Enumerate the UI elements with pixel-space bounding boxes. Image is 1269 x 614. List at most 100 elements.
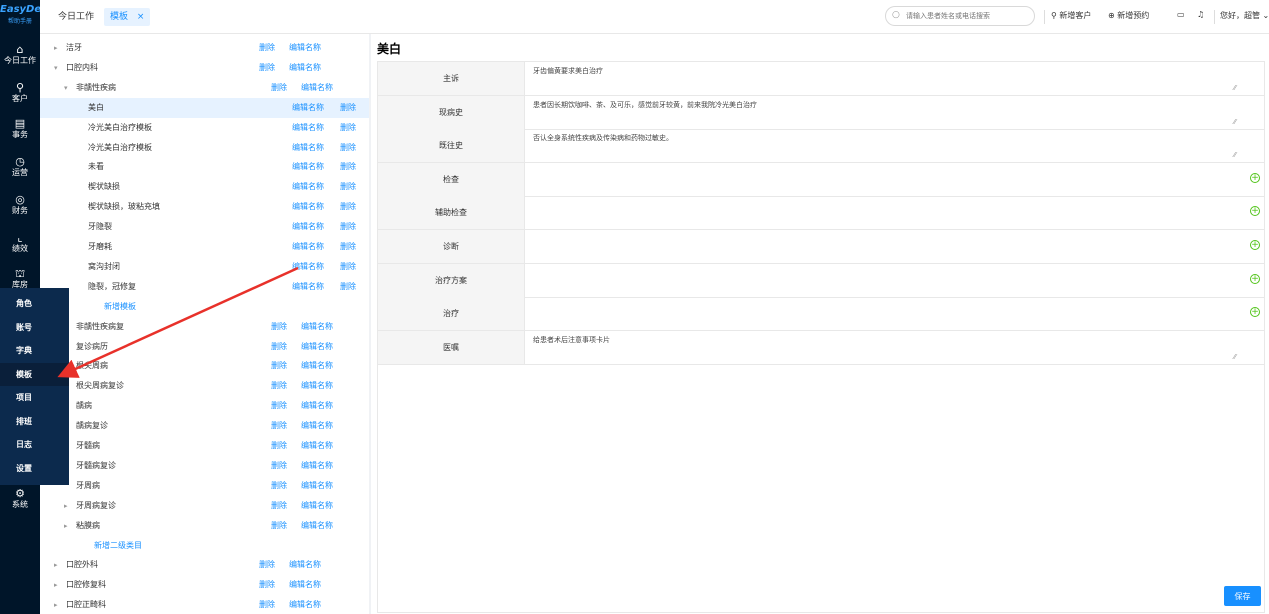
brand-logo[interactable]: EasyDent 帮助手册 [0, 0, 40, 34]
delete-link[interactable]: 删除 [340, 98, 356, 118]
new-customer-button[interactable]: ⚲ 新增客户 [1051, 10, 1091, 21]
patient-search[interactable]: ○ [885, 6, 1035, 26]
caret-down-icon[interactable]: ▾ [54, 58, 58, 78]
delete-link[interactable]: 删除 [259, 555, 275, 575]
tree-row[interactable]: 楔状缺损，玻粘充填 编辑名称 删除 [40, 197, 369, 217]
edit-name-link[interactable]: 编辑名称 [289, 595, 321, 614]
user-menu[interactable]: 您好，超管 ⌄ [1220, 10, 1269, 21]
bell-icon[interactable]: ♫ [1197, 10, 1204, 19]
delete-link[interactable]: 删除 [340, 197, 356, 217]
edit-name-link[interactable]: 编辑名称 [301, 496, 333, 516]
tree-row[interactable]: ▸ 牙周病复诊 删除 编辑名称 [40, 496, 369, 516]
field-value[interactable]: + [525, 196, 1264, 229]
tree-row[interactable]: 复诊病历 删除 编辑名称 [40, 337, 369, 357]
edit-name-link[interactable]: 编辑名称 [289, 38, 321, 58]
field-value[interactable]: + [525, 264, 1264, 297]
add-icon[interactable]: + [1250, 240, 1260, 250]
field-value[interactable]: + [525, 297, 1264, 330]
tab-close-icon[interactable]: × [137, 12, 145, 22]
edit-name-link[interactable]: 编辑名称 [292, 277, 324, 297]
nav-item-1[interactable]: ⚲ 客户 [0, 82, 40, 104]
edit-name-link[interactable]: 编辑名称 [292, 197, 324, 217]
tree-row[interactable]: ▾ 口腔内科 删除 编辑名称 [40, 58, 369, 78]
submenu-item[interactable]: 设置 [0, 457, 69, 480]
field-value[interactable]: 牙齿偏黄要求美白治疗 ⁄⁄ [525, 62, 1264, 95]
submenu-item[interactable]: 模板 [0, 362, 69, 386]
delete-link[interactable]: 删除 [271, 337, 287, 357]
field-textarea[interactable]: 给患者术后注意事项卡片 [533, 335, 610, 345]
tree-label[interactable]: 新增模板 [104, 297, 136, 317]
edit-name-link[interactable]: 编辑名称 [301, 356, 333, 376]
edit-name-link[interactable]: 编辑名称 [301, 456, 333, 476]
caret-right-icon[interactable]: ▸ [64, 496, 68, 516]
tree-add-row[interactable]: 新增模板 [40, 297, 369, 317]
edit-name-link[interactable]: 编辑名称 [301, 317, 333, 337]
delete-link[interactable]: 删除 [340, 257, 356, 277]
caret-right-icon[interactable]: ▸ [64, 516, 68, 536]
delete-link[interactable]: 删除 [271, 516, 287, 536]
submenu-item[interactable]: 排班 [0, 410, 69, 433]
tree-row[interactable]: 楔状缺损 编辑名称 删除 [40, 177, 369, 197]
submenu-item[interactable]: 角色 [0, 292, 69, 315]
delete-link[interactable]: 删除 [259, 595, 275, 614]
edit-name-link[interactable]: 编辑名称 [292, 217, 324, 237]
tree-row[interactable]: 根尖周病 删除 编辑名称 [40, 356, 369, 376]
edit-name-link[interactable]: 编辑名称 [301, 376, 333, 396]
tree-row[interactable]: 牙髓病 删除 编辑名称 [40, 436, 369, 456]
tree-row[interactable]: ▾ 非龋性疾病 删除 编辑名称 [40, 78, 369, 98]
edit-name-link[interactable]: 编辑名称 [301, 416, 333, 436]
tree-row[interactable]: 非龋性疾病复 删除 编辑名称 [40, 317, 369, 337]
resize-handle-icon[interactable]: ⁄⁄ [1234, 118, 1236, 126]
edit-name-link[interactable]: 编辑名称 [292, 118, 324, 138]
tree-row[interactable]: 未看 编辑名称 删除 [40, 157, 369, 177]
field-textarea[interactable]: 患者因长期饮咖啡、茶、及可乐，感觉前牙较黄，前来我院冷光美白治疗 [533, 100, 757, 110]
edit-name-link[interactable]: 编辑名称 [301, 337, 333, 357]
field-value[interactable]: + [525, 163, 1264, 196]
edit-name-link[interactable]: 编辑名称 [292, 98, 324, 118]
delete-link[interactable]: 删除 [271, 376, 287, 396]
tree-row[interactable]: ▸ 口腔外科 删除 编辑名称 [40, 555, 369, 575]
tree-row[interactable]: 牙髓病复诊 删除 编辑名称 [40, 456, 369, 476]
delete-link[interactable]: 删除 [340, 277, 356, 297]
caret-right-icon[interactable]: ▸ [54, 555, 58, 575]
tree-row[interactable]: 窝沟封闭 编辑名称 删除 [40, 257, 369, 277]
add-icon[interactable]: + [1250, 172, 1260, 183]
delete-link[interactable]: 删除 [271, 496, 287, 516]
edit-name-link[interactable]: 编辑名称 [289, 58, 321, 78]
tree-label[interactable]: 新增二级类目 [94, 536, 142, 556]
nav-item-4[interactable]: ◎ 财务 [0, 194, 40, 216]
tree-row[interactable]: 牙磨耗 编辑名称 删除 [40, 237, 369, 257]
edit-name-link[interactable]: 编辑名称 [292, 138, 324, 158]
nav-item-0[interactable]: ⌂ 今日工作 [0, 44, 40, 66]
delete-link[interactable]: 删除 [271, 78, 287, 98]
message-icon[interactable]: ▭ [1177, 10, 1185, 19]
delete-link[interactable]: 删除 [340, 237, 356, 257]
nav-item-5[interactable]: ⌞ 绩效 [0, 232, 40, 254]
nav-item-7[interactable]: ⚙ 系统 [0, 488, 40, 510]
delete-link[interactable]: 删除 [271, 396, 287, 416]
resize-handle-icon[interactable]: ⁄⁄ [1234, 353, 1236, 361]
tree-row[interactable]: ▸ 粘膜病 删除 编辑名称 [40, 516, 369, 536]
delete-link[interactable]: 删除 [340, 157, 356, 177]
field-textarea[interactable]: 否认全身系统性疾病及传染病和药物过敏史。 [533, 133, 673, 143]
add-icon[interactable]: + [1250, 307, 1260, 318]
edit-name-link[interactable]: 编辑名称 [292, 177, 324, 197]
delete-link[interactable]: 删除 [340, 217, 356, 237]
tree-row[interactable]: 牙隐裂 编辑名称 删除 [40, 217, 369, 237]
delete-link[interactable]: 删除 [271, 317, 287, 337]
add-icon[interactable]: + [1250, 206, 1260, 217]
field-value[interactable]: + [525, 230, 1264, 263]
submenu-item[interactable]: 字典 [0, 339, 69, 362]
tree-row[interactable]: ▸ 洁牙 删除 编辑名称 [40, 38, 369, 58]
caret-right-icon[interactable]: ▸ [54, 575, 58, 595]
edit-name-link[interactable]: 编辑名称 [289, 555, 321, 575]
save-button[interactable]: 保存 [1224, 586, 1261, 606]
edit-name-link[interactable]: 编辑名称 [292, 257, 324, 277]
tree-row[interactable]: 龋病 删除 编辑名称 [40, 396, 369, 416]
delete-link[interactable]: 删除 [340, 177, 356, 197]
tab-today-work[interactable]: 今日工作 [52, 8, 100, 26]
tree-row[interactable]: 美白 编辑名称 删除 [40, 97, 369, 118]
field-value[interactable]: 给患者术后注意事项卡片 ⁄⁄ [525, 331, 1264, 364]
tree-add-row[interactable]: 新增二级类目 [40, 536, 369, 556]
delete-link[interactable]: 删除 [271, 356, 287, 376]
